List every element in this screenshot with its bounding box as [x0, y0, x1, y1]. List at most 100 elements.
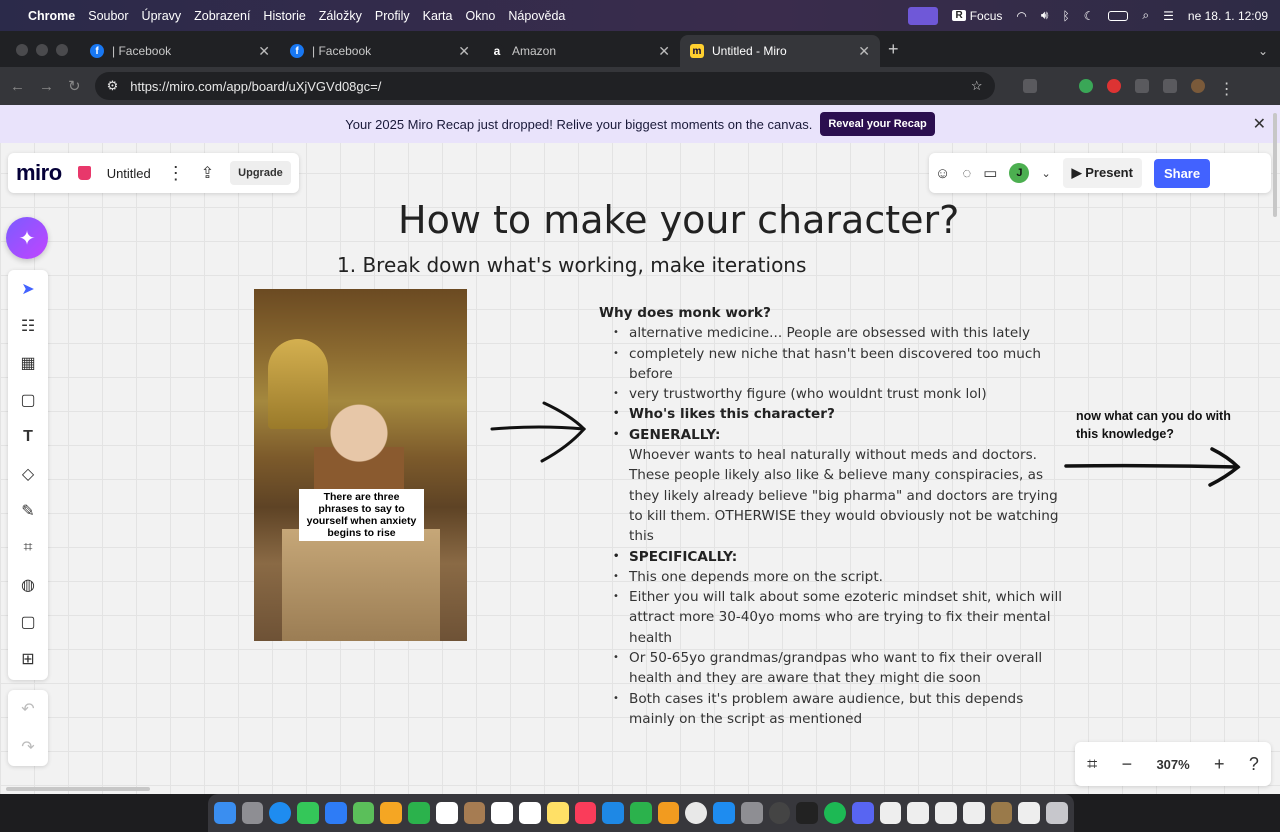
side-question-text[interactable]: now what can you do with this knowledge?: [1076, 407, 1236, 443]
zoom-level[interactable]: 307%: [1156, 757, 1189, 772]
zoom-window-button[interactable]: [56, 44, 68, 56]
facetime-icon[interactable]: [408, 802, 430, 824]
menu-karta[interactable]: Karta: [423, 9, 453, 23]
forward-button[interactable]: →: [39, 78, 54, 95]
document-icon[interactable]: [907, 802, 930, 824]
system-app-icon[interactable]: [768, 802, 791, 824]
profile-avatar[interactable]: [1190, 79, 1205, 93]
safari-icon[interactable]: [269, 802, 292, 824]
fit-to-screen-icon[interactable]: ⌗: [1087, 754, 1097, 775]
close-icon[interactable]: ✕: [658, 43, 670, 60]
export-icon[interactable]: ⇪: [201, 163, 214, 183]
menu-napoveda[interactable]: Nápověda: [508, 9, 565, 23]
undo-icon[interactable]: ↶: [21, 699, 34, 719]
battery-icon[interactable]: [1108, 10, 1129, 21]
bluetooth-icon[interactable]: ᛒ: [1062, 9, 1069, 23]
back-button[interactable]: ←: [10, 78, 25, 95]
zoom-in-button[interactable]: +: [1214, 754, 1225, 775]
stickies-icon[interactable]: [546, 802, 569, 824]
ai-sparkle-button[interactable]: ✦: [6, 217, 48, 259]
add-more-icon[interactable]: ⊞: [14, 646, 42, 671]
photos-icon[interactable]: [380, 802, 403, 824]
reactions-icon[interactable]: ☺: [935, 165, 950, 182]
menu-profily[interactable]: Profily: [375, 9, 410, 23]
document-icon[interactable]: [1018, 802, 1041, 824]
more-options-icon[interactable]: ⋮: [167, 163, 185, 184]
help-icon[interactable]: ?: [1249, 754, 1259, 775]
mail-icon[interactable]: [324, 802, 347, 824]
reminders-icon[interactable]: [491, 802, 514, 824]
document-icon[interactable]: [962, 802, 985, 824]
numbers-icon[interactable]: [630, 802, 652, 824]
hand-drawn-arrow[interactable]: [1064, 445, 1244, 495]
monk-video-image[interactable]: There are three phrases to say to yourse…: [254, 289, 467, 641]
tab-facebook-1[interactable]: f | Facebook ✕: [80, 35, 280, 67]
frame-icon[interactable]: ⌗: [14, 535, 42, 560]
board-icon[interactable]: [77, 166, 91, 180]
menu-zobrazeni[interactable]: Zobrazení: [194, 9, 250, 23]
tab-search-chevron-icon[interactable]: ⌄: [1258, 44, 1268, 58]
menu-upravy[interactable]: Úpravy: [142, 9, 182, 23]
keynote-icon[interactable]: [602, 802, 625, 824]
trash-icon[interactable]: [1046, 802, 1068, 824]
music-icon[interactable]: [574, 802, 597, 824]
notes-text-block[interactable]: Why does monk work? alternative medicine…: [599, 303, 1069, 729]
reveal-recap-button[interactable]: Reveal your Recap: [820, 112, 935, 136]
pen-icon[interactable]: ✎: [14, 498, 42, 523]
miro-board-canvas[interactable]: Your 2025 Miro Recap just dropped! Reliv…: [0, 105, 1280, 794]
reload-button[interactable]: ↻: [68, 77, 81, 95]
zoom-out-button[interactable]: −: [1122, 754, 1133, 775]
chrome-icon[interactable]: [685, 802, 708, 824]
tab-amazon[interactable]: a Amazon ✕: [480, 35, 680, 67]
shapes-icon[interactable]: ◇: [14, 461, 42, 486]
menu-historie[interactable]: Historie: [263, 9, 305, 23]
vertical-scrollbar[interactable]: [1273, 113, 1277, 217]
board-subheading[interactable]: 1. Break down what's working, make itera…: [337, 253, 806, 277]
freeform-icon[interactable]: [519, 802, 541, 824]
upgrade-button[interactable]: Upgrade: [230, 161, 291, 185]
screen-mirror-icon[interactable]: [908, 6, 939, 25]
notes-app-icon[interactable]: [463, 802, 486, 824]
minimize-window-button[interactable]: [36, 44, 48, 56]
miro-logo[interactable]: miro: [16, 160, 62, 186]
menu-zalozky[interactable]: Záložky: [319, 9, 362, 23]
templates-icon[interactable]: ☷: [14, 313, 42, 338]
board-heading[interactable]: How to make your character?: [398, 198, 959, 242]
launchpad-icon[interactable]: [241, 802, 264, 824]
url-field[interactable]: ⚙︎ https://miro.com/app/board/uXjVGVd08g…: [94, 72, 995, 100]
settings-icon[interactable]: [740, 802, 763, 824]
extension-icon[interactable]: [1022, 79, 1037, 93]
messages-icon[interactable]: [297, 802, 319, 824]
maps-icon[interactable]: [352, 802, 375, 824]
control-center-icon[interactable]: ☰: [1163, 9, 1174, 23]
select-tool-icon[interactable]: ➤: [14, 276, 42, 301]
horizontal-scrollbar[interactable]: [6, 787, 150, 791]
palette-icon[interactable]: ◍: [14, 572, 42, 597]
close-icon[interactable]: ✕: [1253, 114, 1266, 134]
pages-icon[interactable]: [657, 802, 680, 824]
volume-icon[interactable]: 🔊︎: [1041, 8, 1049, 23]
calendar-icon[interactable]: [435, 802, 458, 824]
new-tab-button[interactable]: +: [888, 39, 899, 60]
extension-icon[interactable]: [1051, 79, 1065, 93]
app-store-icon[interactable]: [713, 802, 735, 824]
bookmark-star-icon[interactable]: ☆: [971, 78, 983, 94]
chevron-down-icon[interactable]: ⌄: [1041, 167, 1050, 180]
moon-icon[interactable]: ☾: [1084, 9, 1095, 23]
site-info-icon[interactable]: ⚙︎: [107, 78, 119, 94]
image-file-icon[interactable]: [990, 802, 1013, 824]
clock[interactable]: ne 18. 1. 12:09: [1188, 9, 1268, 23]
comment-icon[interactable]: ▢: [14, 609, 42, 634]
finder-icon[interactable]: [214, 802, 236, 824]
puzzle-icon[interactable]: [1162, 79, 1177, 93]
extension-icon[interactable]: [1078, 79, 1093, 93]
wifi-icon[interactable]: ◠: [1016, 9, 1026, 23]
close-icon[interactable]: ✕: [858, 43, 870, 60]
document-icon[interactable]: [879, 802, 902, 824]
close-icon[interactable]: ✕: [458, 43, 470, 60]
hand-drawn-arrow[interactable]: [490, 395, 590, 465]
menu-app-name[interactable]: Chrome: [28, 9, 75, 23]
sticky-note-icon[interactable]: ▢: [14, 387, 42, 412]
discord-icon[interactable]: [851, 802, 874, 824]
chrome-menu-icon[interactable]: ⋮: [1219, 79, 1235, 98]
